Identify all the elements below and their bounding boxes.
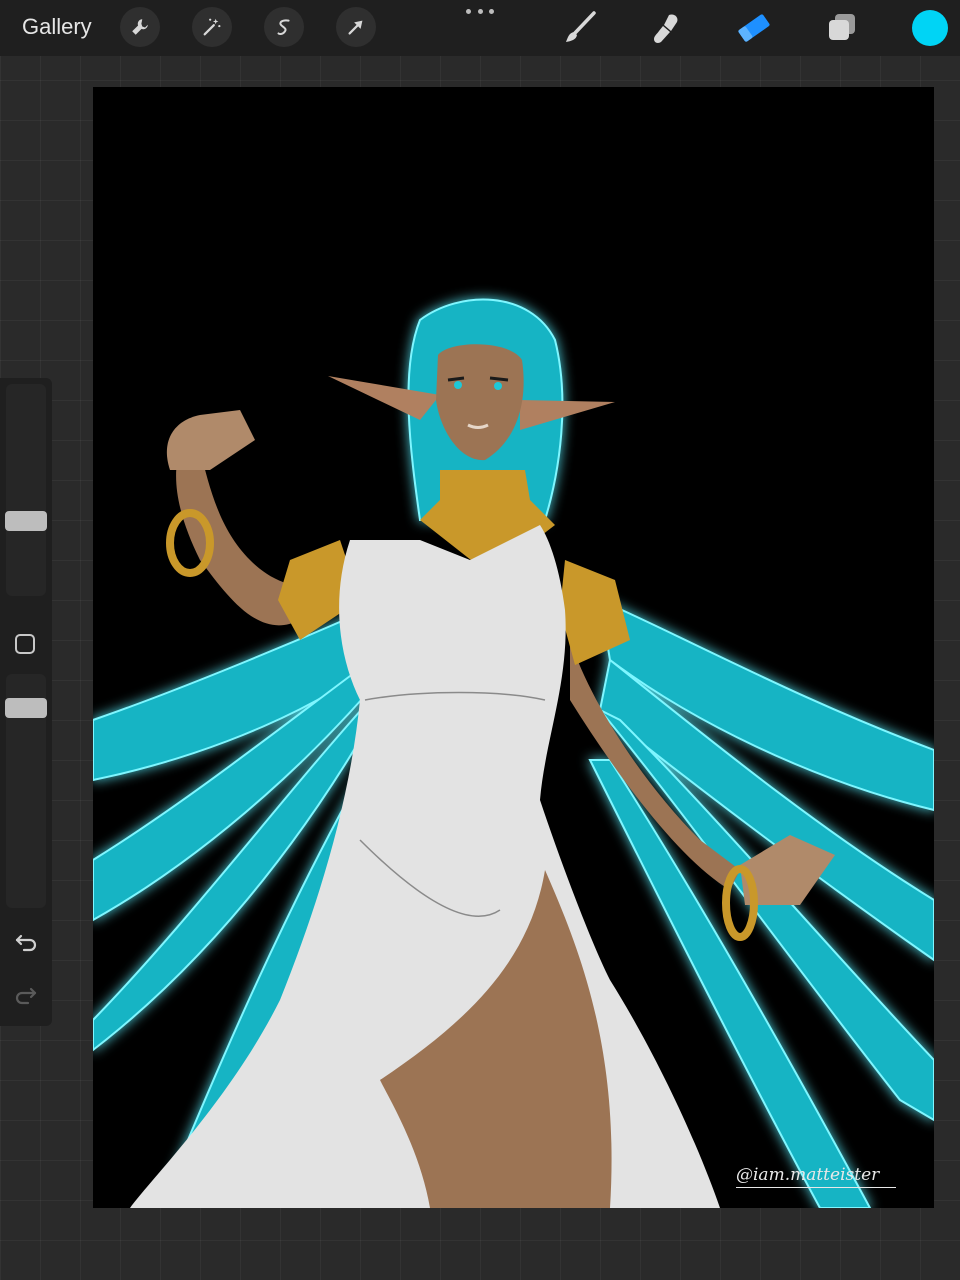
color-picker-swatch[interactable]: [912, 10, 948, 46]
smudge-icon: [654, 14, 678, 43]
artist-signature: @iam.matteister: [736, 1165, 896, 1188]
dot-icon: [489, 8, 494, 14]
modify-button[interactable]: [15, 634, 35, 654]
brush-size-slider[interactable]: [6, 384, 46, 596]
undo-icon[interactable]: [13, 928, 39, 954]
top-toolbar: Gallery: [0, 0, 960, 56]
layers-button[interactable]: [822, 8, 862, 48]
left-sidebar: [0, 378, 52, 1026]
actions-button[interactable]: [120, 7, 160, 47]
artwork-illustration: [93, 87, 934, 1208]
eraser-icon: [738, 14, 770, 42]
transform-arrow-icon: [348, 20, 363, 35]
selection-button[interactable]: [264, 7, 304, 47]
layers-icon: [829, 14, 855, 40]
wrench-icon: [132, 19, 148, 35]
dot-icon: [477, 8, 483, 14]
gallery-button[interactable]: Gallery: [22, 14, 92, 40]
brush-size-thumb[interactable]: [5, 511, 47, 531]
eraser-tool-button[interactable]: [734, 8, 774, 48]
magic-wand-icon: [203, 18, 221, 36]
more-options-button[interactable]: [466, 4, 494, 18]
redo-icon[interactable]: [13, 981, 39, 1007]
brush-icon: [566, 11, 596, 42]
brush-tool-button[interactable]: [560, 8, 600, 48]
opacity-thumb[interactable]: [5, 698, 47, 718]
transform-button[interactable]: [336, 7, 376, 47]
smudge-tool-button[interactable]: [646, 8, 686, 48]
adjustments-button[interactable]: [192, 7, 232, 47]
dot-icon: [466, 8, 471, 14]
selection-icon: [277, 19, 290, 36]
drawing-canvas[interactable]: [93, 87, 934, 1208]
